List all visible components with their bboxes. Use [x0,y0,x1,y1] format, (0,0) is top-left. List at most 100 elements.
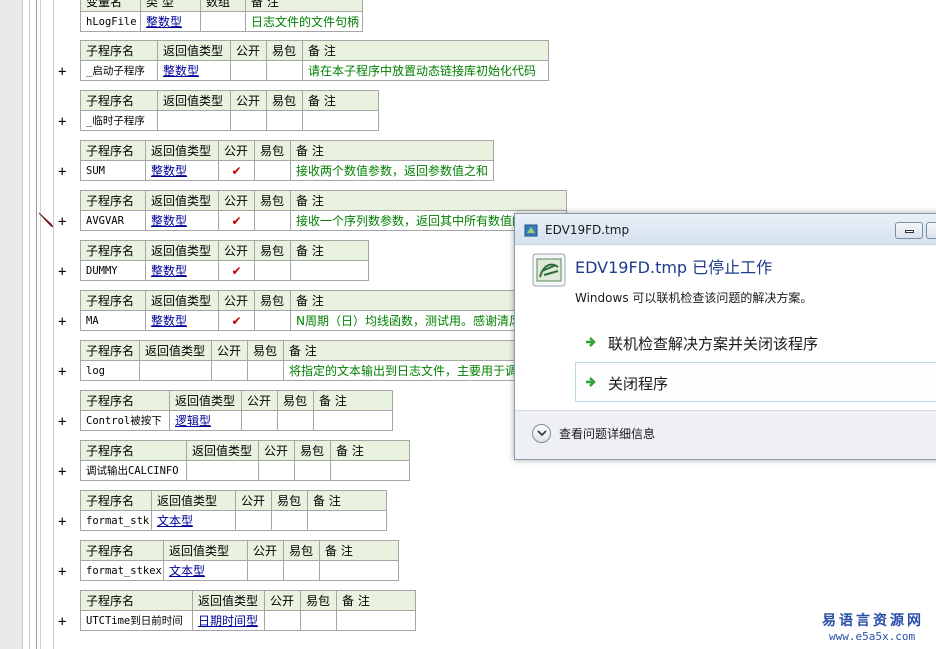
public-flag-cell[interactable] [247,560,284,581]
easy-package-cell[interactable] [254,160,291,181]
col-header-public: 公开 [241,390,278,411]
watermark-title: 易语言资源网 [822,613,924,629]
return-type-cell[interactable] [139,360,212,381]
expand-subroutine-toggle[interactable]: + [58,315,68,329]
public-flag-cell[interactable] [264,610,301,631]
easy-package-cell[interactable] [283,560,320,581]
expand-subroutine-toggle[interactable]: + [58,515,68,529]
subroutine-note-cell[interactable] [330,460,410,481]
green-arrow-icon [586,377,596,387]
return-type-cell[interactable]: 整数型 [145,160,219,181]
public-flag-cell[interactable]: ✔ [218,310,255,331]
easy-package-cell[interactable] [254,210,291,231]
return-type-cell[interactable] [157,110,231,131]
easy-package-cell[interactable] [300,610,337,631]
subroutine-name-cell[interactable]: DUMMY [80,260,146,281]
return-type-cell[interactable]: 文本型 [151,510,236,531]
col-header-subname: 子程序名 [80,290,146,311]
view-details-link[interactable]: 查看问题详细信息 [559,425,655,442]
col-header-array: 数组 [200,0,246,12]
subroutine-table: 子程序名 返回值类型 公开 易包备 注调试输出CALCINFO [80,440,410,481]
return-type-cell[interactable]: 整数型 [145,310,219,331]
public-flag-cell[interactable]: ✔ [218,260,255,281]
public-flag-cell[interactable] [230,110,267,131]
error-dialog: EDV19FD.tmp EDV19FD.tmp 已停止工作 Windows 可以… [514,213,936,460]
watermark-url: www.e5a5x.com [829,630,916,643]
expand-details-button[interactable] [532,424,551,443]
check-online-label: 联机检查解决方案并关闭该程序 [608,335,819,353]
subroutine-note-cell[interactable] [313,410,393,431]
easy-package-cell[interactable] [247,360,284,381]
close-program-option[interactable]: 关闭程序 [575,362,936,402]
subroutine-note-cell[interactable] [307,510,387,531]
subroutine-note-cell[interactable] [290,260,369,281]
easy-package-cell[interactable] [294,460,331,481]
subroutine-name-cell[interactable]: Control被按下 [80,410,170,431]
subroutine-name-cell[interactable]: log [80,360,140,381]
minimize-button[interactable] [895,222,923,239]
subroutine-note-cell[interactable]: 将指定的文本输出到日志文件，主要用于调 [283,360,516,381]
dialog-title: EDV19FD.tmp [545,223,630,237]
return-type-cell[interactable]: 文本型 [163,560,248,581]
expand-subroutine-toggle[interactable]: + [58,465,68,479]
public-flag-cell[interactable]: ✔ [218,210,255,231]
subroutine-name-cell[interactable]: SUM [80,160,146,181]
public-flag-cell[interactable] [241,410,278,431]
public-flag-cell[interactable] [235,510,272,531]
expand-subroutine-toggle[interactable]: + [58,615,68,629]
subroutine-name-cell[interactable]: format_stkex [80,560,164,581]
return-type-cell[interactable]: 整数型 [145,260,219,281]
easy-package-cell[interactable] [254,310,291,331]
editor-gutter [0,0,23,649]
var-array-cell[interactable] [200,11,246,32]
subroutine-note-cell[interactable]: N周期（日）均线函数，测试用。感谢清风 [290,310,517,331]
subroutine-note-cell[interactable] [319,560,399,581]
public-flag-cell[interactable]: ✔ [218,160,255,181]
check-online-option[interactable]: 联机检查解决方案并关闭该程序 [575,322,936,362]
expand-subroutine-toggle[interactable]: + [58,415,68,429]
return-type-cell[interactable]: 逻辑型 [169,410,242,431]
subroutine-name-cell[interactable]: AVGVAR [80,210,146,231]
public-flag-cell[interactable] [230,60,267,81]
return-type-cell[interactable]: 日期时间型 [192,610,265,631]
subroutine-name-cell[interactable]: 调试输出CALCINFO [80,460,187,481]
col-header-subname: 子程序名 [80,440,187,461]
expand-subroutine-toggle[interactable]: + [58,65,68,79]
return-type-cell[interactable] [186,460,259,481]
expand-subroutine-toggle[interactable]: + [58,115,68,129]
col-header-public: 公开 [247,540,284,561]
var-note-cell[interactable]: 日志文件的文件句柄 [245,11,363,32]
expand-subroutine-toggle[interactable]: + [58,215,68,229]
easy-package-cell[interactable] [277,410,314,431]
expand-subroutine-toggle[interactable]: + [58,265,68,279]
public-flag-cell[interactable] [211,360,248,381]
subroutine-table: 子程序名 返回值类型 公开 易包备 注 format_stkex 文本型 [80,540,399,581]
easy-package-cell[interactable] [271,510,308,531]
var-type-cell[interactable]: 整数型 [140,11,201,32]
easy-package-cell[interactable] [266,110,303,131]
expand-subroutine-toggle[interactable]: + [58,565,68,579]
subroutine-name-cell[interactable]: _启动子程序 [80,60,158,81]
expand-subroutine-toggle[interactable]: + [58,165,68,179]
col-header-note: 备 注 [330,440,410,461]
expand-subroutine-toggle[interactable]: + [58,365,68,379]
col-header-return-type: 返回值类型 [157,40,231,61]
subroutine-note-cell[interactable] [336,610,416,631]
col-header-type: 类 型 [140,0,201,12]
var-name-cell[interactable]: hLogFile [80,11,141,32]
subroutine-note-cell[interactable] [302,110,379,131]
easy-package-cell[interactable] [266,60,303,81]
subroutine-name-cell[interactable]: _临时子程序 [80,110,158,131]
subroutine-note-cell[interactable]: 请在本子程序中放置动态链接库初始化代码 [302,60,549,81]
dialog-titlebar[interactable]: EDV19FD.tmp [515,214,936,245]
subroutine-note-cell[interactable]: 接收两个数值参数，返回参数值之和 [290,160,494,181]
subroutine-name-cell[interactable]: format_stk [80,510,152,531]
col-header-subname: 子程序名 [80,340,140,361]
close-button[interactable] [926,222,936,239]
return-type-cell[interactable]: 整数型 [157,60,231,81]
subroutine-name-cell[interactable]: MA [80,310,146,331]
subroutine-name-cell[interactable]: UTCTime到日前时间 [80,610,193,631]
easy-package-cell[interactable] [254,260,291,281]
return-type-cell[interactable]: 整数型 [145,210,219,231]
public-flag-cell[interactable] [258,460,295,481]
